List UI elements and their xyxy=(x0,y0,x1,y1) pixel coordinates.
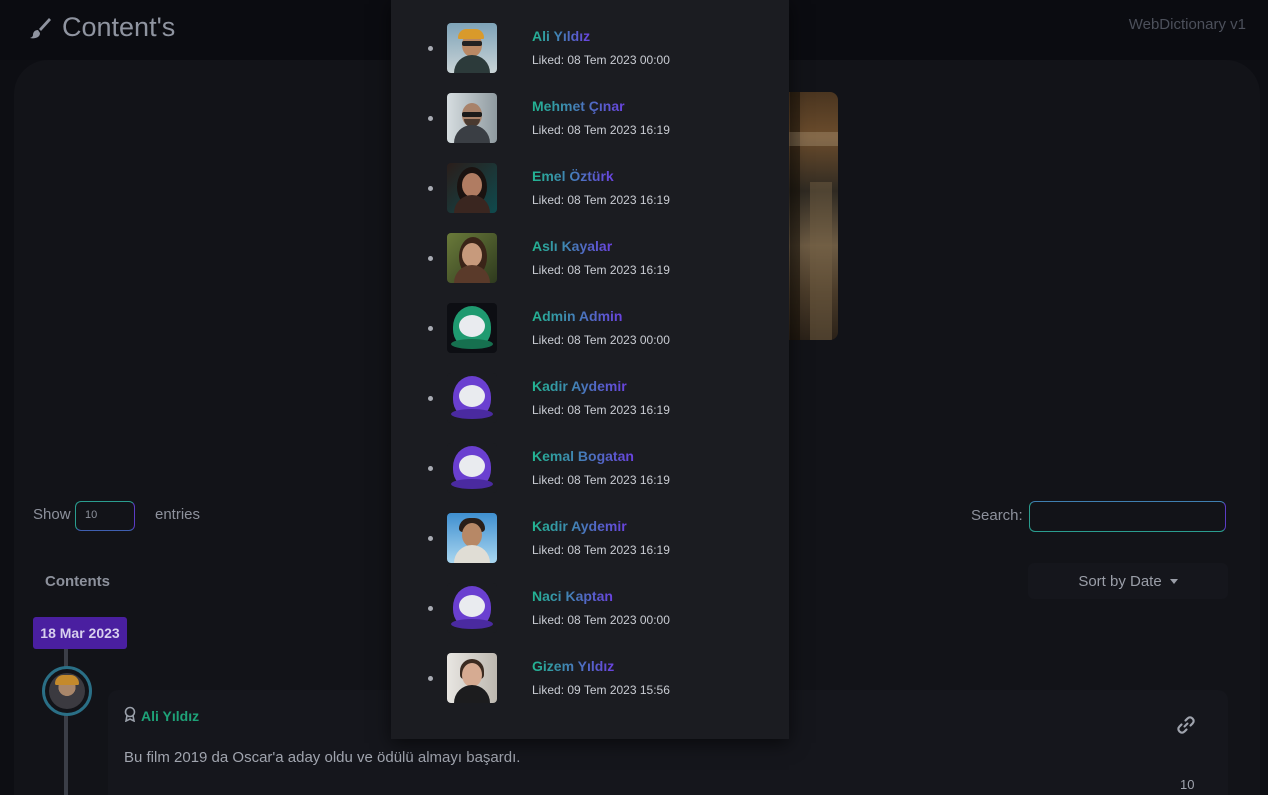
date-badge: 18 Mar 2023 xyxy=(33,617,127,649)
list-item[interactable]: Gizem Yıldız Liked: 09 Tem 2023 15:56 xyxy=(391,653,789,723)
liker-name: Ali Yıldız xyxy=(532,28,591,44)
liker-name: Kadir Aydemir xyxy=(532,378,627,394)
avatar xyxy=(447,303,497,353)
likes-popup: Ali Yıldız Liked: 08 Tem 2023 00:00 Mehm… xyxy=(391,0,789,739)
list-item[interactable]: Admin Admin Liked: 08 Tem 2023 00:00 xyxy=(391,303,789,373)
search-input[interactable] xyxy=(1029,501,1226,532)
brush-icon xyxy=(28,16,52,40)
liker-name: Mehmet Çınar xyxy=(532,98,625,114)
bullet xyxy=(428,256,433,261)
list-item[interactable]: Aslı Kayalar Liked: 08 Tem 2023 16:19 xyxy=(391,233,789,303)
avatar xyxy=(447,233,497,283)
liked-date: Liked: 08 Tem 2023 00:00 xyxy=(532,613,670,627)
liked-date: Liked: 08 Tem 2023 16:19 xyxy=(532,473,670,487)
list-item[interactable]: Mehmet Çınar Liked: 08 Tem 2023 16:19 xyxy=(391,93,789,163)
comment-author-name: Ali Yıldız xyxy=(141,707,200,724)
avatar xyxy=(447,373,497,423)
bullet xyxy=(428,116,433,121)
liked-date: Liked: 08 Tem 2023 16:19 xyxy=(532,193,670,207)
bullet xyxy=(428,606,433,611)
avatar[interactable] xyxy=(42,666,92,716)
liker-name: Kadir Aydemir xyxy=(532,518,627,534)
liked-date: Liked: 09 Tem 2023 15:56 xyxy=(532,683,670,697)
page-title: Content's xyxy=(28,12,175,43)
search-label: Search: xyxy=(971,507,1023,524)
liker-name: Naci Kaptan xyxy=(532,588,613,604)
caret-down-icon xyxy=(1169,578,1178,584)
sort-button-label: Sort by Date xyxy=(1078,572,1162,590)
page-title-text: Content's xyxy=(62,12,176,42)
comment-text: Bu film 2019 da Oscar'a aday oldu ve ödü… xyxy=(124,749,521,766)
liked-date: Liked: 08 Tem 2023 16:19 xyxy=(532,403,670,417)
avatar xyxy=(447,163,497,213)
avatar xyxy=(447,93,497,143)
bullet xyxy=(428,536,433,541)
entries-label: entries xyxy=(155,506,201,523)
like-count: 10 xyxy=(1180,777,1195,792)
bullet xyxy=(428,466,433,471)
sort-by-date-button[interactable]: Sort by Date xyxy=(1028,563,1228,599)
avatar xyxy=(447,513,497,563)
bullet xyxy=(428,326,433,331)
comment-author[interactable]: Ali Yıldız xyxy=(123,706,199,725)
list-item[interactable]: Kadir Aydemir Liked: 08 Tem 2023 16:19 xyxy=(391,373,789,443)
bullet xyxy=(428,46,433,51)
contents-heading: Contents xyxy=(45,573,110,590)
liked-date: Liked: 08 Tem 2023 16:19 xyxy=(532,543,670,557)
app-version: WebDictionary v1 xyxy=(1128,16,1246,33)
liker-name: Emel Öztürk xyxy=(532,168,614,184)
avatar xyxy=(447,583,497,633)
link-icon[interactable] xyxy=(1177,716,1195,738)
bullet xyxy=(428,186,433,191)
liker-name: Aslı Kayalar xyxy=(532,238,613,254)
avatar xyxy=(447,23,497,73)
page-size-select[interactable]: 10 xyxy=(75,501,135,531)
liker-name: Admin Admin xyxy=(532,308,623,324)
show-label: Show xyxy=(33,506,71,523)
liked-date: Liked: 08 Tem 2023 00:00 xyxy=(532,333,670,347)
award-icon xyxy=(123,706,137,725)
liked-date: Liked: 08 Tem 2023 16:19 xyxy=(532,123,670,137)
bullet xyxy=(428,676,433,681)
liker-name: Gizem Yıldız xyxy=(532,658,615,674)
bullet xyxy=(428,396,433,401)
liked-date: Liked: 08 Tem 2023 16:19 xyxy=(532,263,670,277)
liker-name: Kemal Bogatan xyxy=(532,448,634,464)
avatar xyxy=(447,653,497,703)
list-item[interactable]: Kemal Bogatan Liked: 08 Tem 2023 16:19 xyxy=(391,443,789,513)
list-item[interactable]: Kadir Aydemir Liked: 08 Tem 2023 16:19 xyxy=(391,513,789,583)
list-item[interactable]: Emel Öztürk Liked: 08 Tem 2023 16:19 xyxy=(391,163,789,233)
avatar xyxy=(447,443,497,493)
list-item[interactable]: Naci Kaptan Liked: 08 Tem 2023 00:00 xyxy=(391,583,789,653)
list-item[interactable]: Ali Yıldız Liked: 08 Tem 2023 00:00 xyxy=(391,23,789,93)
liked-date: Liked: 08 Tem 2023 00:00 xyxy=(532,53,670,67)
